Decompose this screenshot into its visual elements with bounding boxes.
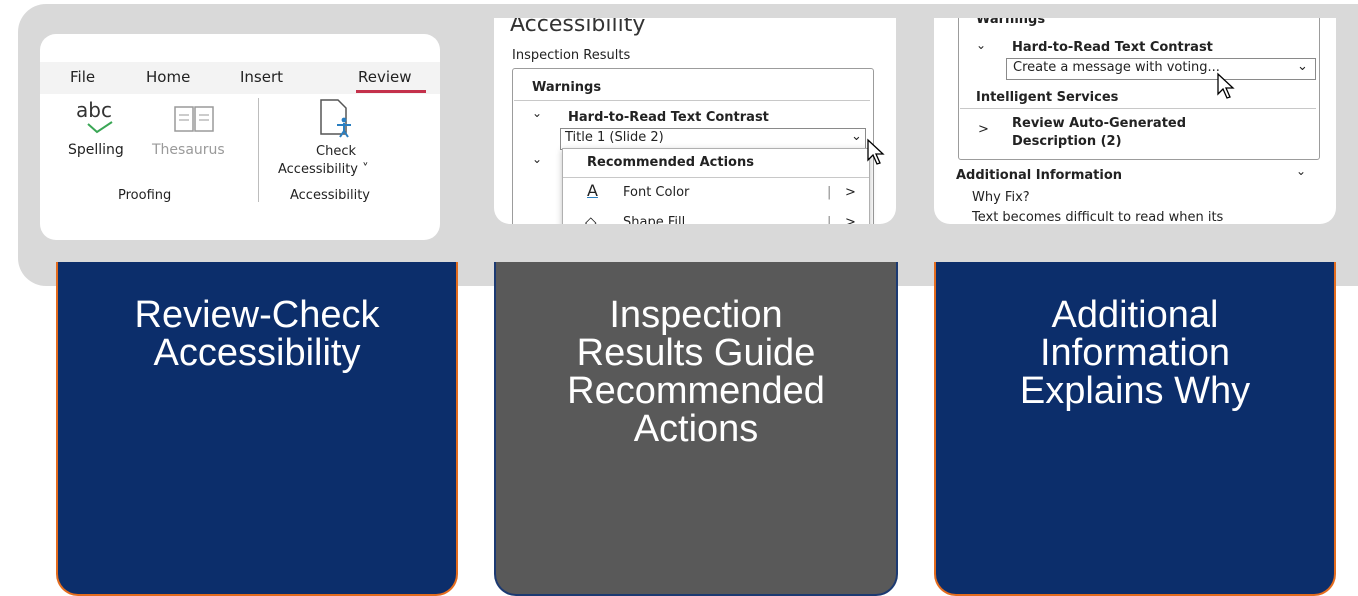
pane-title: Accessibility bbox=[510, 18, 646, 37]
chevron-right-icon[interactable]: > bbox=[978, 122, 989, 137]
issue-label[interactable]: Hard-to-Read Text Contrast bbox=[568, 110, 769, 125]
inspection-results-heading: Inspection Results bbox=[512, 48, 631, 63]
separator bbox=[960, 108, 1316, 109]
card-review-check: Review-Check Accessibility bbox=[56, 262, 458, 596]
card-line: Results Guide bbox=[576, 332, 816, 374]
card-line: Recommended bbox=[567, 370, 825, 412]
chevron-right-icon[interactable]: > bbox=[845, 185, 856, 200]
card-line: Inspection bbox=[609, 294, 783, 336]
separator bbox=[563, 177, 869, 178]
chevron-down-icon[interactable]: ⌄ bbox=[1297, 59, 1308, 74]
chevron-down-icon[interactable]: ⌄ bbox=[976, 38, 986, 52]
intelligent-services-heading: Intelligent Services bbox=[976, 90, 1119, 105]
chevron-down-icon[interactable]: ⌄ bbox=[532, 106, 542, 120]
card-line: Explains Why bbox=[1019, 370, 1251, 412]
menu-title: Recommended Actions bbox=[587, 155, 754, 170]
chevron-down-icon[interactable]: ⌄ bbox=[851, 129, 862, 144]
issue-item-row[interactable]: Create a message with voting... ⌄ bbox=[1006, 58, 1316, 80]
tab-review[interactable]: Review bbox=[358, 68, 412, 86]
proofing-group-label: Proofing bbox=[118, 188, 172, 203]
mouse-cursor-icon bbox=[1217, 72, 1235, 99]
explanation-text: Text becomes difficult to read when its bbox=[972, 210, 1224, 224]
review-ribbon-screenshot: File Home Insert Review abc Spelling The… bbox=[40, 34, 440, 240]
tab-insert[interactable]: Insert bbox=[240, 68, 283, 86]
spelling-icon-text: abc bbox=[76, 98, 112, 122]
issue-label[interactable]: Hard-to-Read Text Contrast bbox=[1012, 40, 1213, 55]
tab-home[interactable]: Home bbox=[146, 68, 190, 86]
accessibility-check-icon[interactable] bbox=[318, 98, 354, 138]
check-accessibility-label-1[interactable]: Check bbox=[316, 144, 356, 159]
card-line: Additional bbox=[1051, 294, 1219, 336]
group-divider bbox=[258, 98, 259, 202]
menu-item-shape-fill[interactable]: ◇ Shape Fill | > bbox=[563, 209, 869, 224]
tab-file[interactable]: File bbox=[70, 68, 95, 86]
chevron-right-icon[interactable]: > bbox=[845, 215, 856, 224]
card-line: Information bbox=[1039, 332, 1231, 374]
menu-item-label: Font Color bbox=[623, 185, 690, 200]
divider-icon: | bbox=[827, 215, 832, 224]
additional-info-screenshot: Warnings ⌄ Hard-to-Read Text Contrast Cr… bbox=[934, 18, 1336, 224]
spelling-icon[interactable]: abc bbox=[76, 98, 112, 122]
issue-item-label: Create a message with voting... bbox=[1013, 60, 1220, 75]
spelling-button-label[interactable]: Spelling bbox=[68, 142, 124, 158]
menu-item-label: Shape Fill bbox=[623, 215, 686, 224]
warnings-heading: Warnings bbox=[532, 80, 602, 95]
accessibility-group-label: Accessibility bbox=[290, 188, 370, 203]
why-fix-label: Why Fix? bbox=[972, 190, 1030, 205]
recommended-actions-menu: Recommended Actions A Font Color | > ◇ S… bbox=[562, 148, 870, 224]
additional-info-heading[interactable]: Additional Information bbox=[956, 168, 1122, 183]
card-line: Review-Check bbox=[134, 294, 380, 336]
review-auto-label-2[interactable]: Description (2) bbox=[1012, 134, 1122, 149]
warnings-heading: Warnings bbox=[976, 18, 1046, 27]
card-inspection-results: Inspection Results Guide Recommended Act… bbox=[494, 262, 898, 596]
card-caption: Inspection Results Guide Recommended Act… bbox=[496, 296, 896, 448]
review-auto-label-1[interactable]: Review Auto-Generated bbox=[1012, 116, 1186, 131]
card-caption: Additional Information Explains Why bbox=[936, 296, 1334, 410]
separator bbox=[514, 100, 870, 101]
menu-item-font-color[interactable]: A Font Color | > bbox=[563, 179, 869, 205]
check-accessibility-label-2[interactable]: Accessibility ˅ bbox=[278, 162, 369, 177]
checkmark-icon bbox=[87, 121, 113, 134]
chevron-down-icon[interactable]: ⌄ bbox=[532, 152, 542, 166]
thesaurus-icon bbox=[174, 106, 214, 132]
issue-item-label: Title 1 (Slide 2) bbox=[565, 130, 664, 145]
shape-fill-icon: ◇ bbox=[585, 213, 597, 224]
active-tab-indicator bbox=[356, 90, 426, 93]
card-caption: Review-Check Accessibility bbox=[58, 296, 456, 372]
issue-item-row[interactable]: Title 1 (Slide 2) ⌄ bbox=[560, 128, 866, 150]
chevron-down-icon[interactable]: ⌄ bbox=[1296, 164, 1306, 178]
accessibility-pane-screenshot: Accessibility Inspection Results Warning… bbox=[494, 18, 896, 224]
divider-icon: | bbox=[827, 185, 832, 200]
card-line: Accessibility bbox=[153, 332, 361, 374]
card-line: Actions bbox=[633, 408, 759, 450]
mouse-cursor-icon bbox=[867, 138, 885, 165]
thesaurus-button-label[interactable]: Thesaurus bbox=[152, 142, 225, 158]
font-color-icon: A bbox=[587, 181, 598, 200]
card-additional-info: Additional Information Explains Why bbox=[934, 262, 1336, 596]
